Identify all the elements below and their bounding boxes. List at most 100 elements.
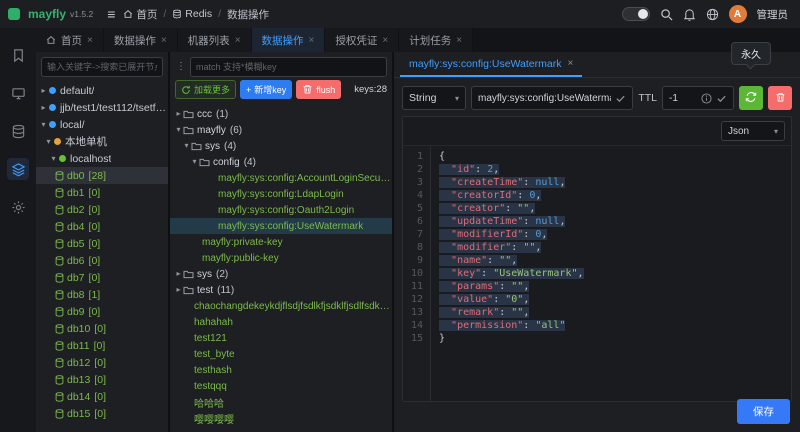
search-icon[interactable] <box>660 8 673 21</box>
key-row[interactable]: chaochangdekeykdjflsdjfsdlkfjsdklfjsdlfs… <box>170 298 392 314</box>
key-row[interactable]: test_byte <box>170 346 392 362</box>
node-search-input[interactable] <box>41 57 163 77</box>
db-tree-node[interactable]: db12 [0] <box>36 354 168 371</box>
close-icon[interactable]: × <box>567 58 573 69</box>
tab-0[interactable]: 首页 × <box>36 28 104 52</box>
close-icon[interactable]: × <box>161 35 167 46</box>
detail-tab[interactable]: mayfly:sys:config:UseWatermark × <box>400 52 583 77</box>
db-tree-node[interactable]: db9 [0] <box>36 303 168 320</box>
breadcrumb-item[interactable]: Redis <box>172 8 212 20</box>
bookmark-icon[interactable] <box>7 44 29 66</box>
ttl-input[interactable] <box>669 92 697 104</box>
theme-toggle[interactable] <box>621 7 650 21</box>
key-row[interactable]: 嘤嘤嘤嘤 <box>170 410 392 426</box>
breadcrumb-item[interactable]: 首页 <box>123 7 157 22</box>
server-tree-node[interactable]: ▾ 本地单机 <box>36 133 168 150</box>
caret-down-icon[interactable]: ▾ <box>182 142 191 150</box>
breadcrumb-separator: / <box>218 8 222 20</box>
key-row[interactable]: hahahah <box>170 314 392 330</box>
key-row[interactable]: mayfly:sys:config:Oauth2Login <box>170 202 392 218</box>
key-folder-row[interactable]: ▸ ccc (1) <box>170 106 392 122</box>
tab-4[interactable]: 授权凭证 × <box>325 28 400 52</box>
flush-button[interactable]: flush <box>296 80 342 99</box>
username[interactable]: 管理员 <box>757 7 789 22</box>
key-folder-row[interactable]: ▾ mayfly (6) <box>170 122 392 138</box>
caret-down-icon[interactable]: ▾ <box>39 120 48 129</box>
caret-down-icon[interactable]: ▾ <box>174 126 183 134</box>
delete-key-button[interactable] <box>768 86 792 110</box>
breadcrumb-item[interactable]: 数据操作 <box>227 7 269 22</box>
key-row[interactable]: mayfly:sys:config:AccountLoginSecurity <box>170 170 392 186</box>
database-icon <box>55 289 64 300</box>
db-tree-node[interactable]: db14 [0] <box>36 388 168 405</box>
db-tree-node[interactable]: db6 [0] <box>36 252 168 269</box>
notification-icon[interactable] <box>683 8 696 21</box>
monitor-icon[interactable] <box>7 82 29 104</box>
key-folder-row[interactable]: ▸ sys (2) <box>170 266 392 282</box>
key-row[interactable]: testhash <box>170 362 392 378</box>
db-tree-node[interactable]: db8 [1] <box>36 286 168 303</box>
tab-1[interactable]: 数据操作 × <box>103 28 178 52</box>
key-folder-row[interactable]: ▾ sys (4) <box>170 138 392 154</box>
close-icon[interactable]: × <box>382 35 388 46</box>
server-tree-node[interactable]: ▸ default/ <box>36 82 168 99</box>
load-more-button[interactable]: 加载更多 <box>175 80 237 99</box>
caret-right-icon[interactable]: ▸ <box>39 103 48 112</box>
close-icon[interactable]: × <box>235 35 241 46</box>
check-icon[interactable] <box>615 93 626 104</box>
caret-right-icon[interactable]: ▸ <box>174 110 183 118</box>
db-tree-node[interactable]: db15 [0] <box>36 405 168 422</box>
tab-2[interactable]: 机器列表 × <box>177 28 252 52</box>
refresh-value-button[interactable] <box>739 86 763 110</box>
close-icon[interactable]: × <box>87 35 93 46</box>
database-icon[interactable] <box>7 120 29 142</box>
key-search-input[interactable] <box>190 57 387 77</box>
db-tree-node[interactable]: db10 [0] <box>36 320 168 337</box>
close-icon[interactable]: × <box>309 35 315 46</box>
key-folder-row[interactable]: ▾ config (4) <box>170 154 392 170</box>
menu-collapse-icon[interactable]: ≡ <box>107 7 115 21</box>
tab-3[interactable]: 数据操作 × <box>251 28 326 52</box>
key-row[interactable]: mayfly:public-key <box>170 250 392 266</box>
key-folder-row[interactable]: ▸ test (11) <box>170 282 392 298</box>
layers-icon[interactable] <box>7 158 29 180</box>
key-row[interactable]: test121 <box>170 330 392 346</box>
key-row[interactable]: 哈哈哈 <box>170 394 392 410</box>
caret-down-icon[interactable]: ▾ <box>44 137 53 146</box>
key-row[interactable]: mayfly:sys:config:UseWatermark <box>170 218 392 234</box>
tab-5[interactable]: 计划任务 × <box>399 28 474 52</box>
caret-right-icon[interactable]: ▸ <box>39 86 48 95</box>
db-tree-node[interactable]: db4 [0] <box>36 218 168 235</box>
code-content[interactable]: { "id": 2, "createTime": null, "creatorI… <box>431 146 791 401</box>
db-tree-node[interactable]: db0 [28] <box>36 167 168 184</box>
key-row[interactable]: testqqq <box>170 378 392 394</box>
key-name-input[interactable] <box>478 92 612 104</box>
more-vertical-icon[interactable]: ⋮ <box>175 62 187 72</box>
code-editor[interactable]: 1 2 3 4 5 6 7 8 9 10 11 12 13 14 15 { "id": 2, "create… <box>403 145 791 401</box>
key-row[interactable]: mayfly:private-key <box>170 234 392 250</box>
check-icon[interactable] <box>716 93 727 104</box>
db-tree-node[interactable]: db5 [0] <box>36 235 168 252</box>
db-tree-node[interactable]: db2 [0] <box>36 201 168 218</box>
avatar[interactable]: A <box>728 5 747 23</box>
db-tree-node[interactable]: db7 [0] <box>36 269 168 286</box>
server-tree-node[interactable]: ▾ localhost <box>36 150 168 167</box>
close-icon[interactable]: × <box>456 35 462 46</box>
db-tree-node[interactable]: db13 [0] <box>36 371 168 388</box>
language-icon[interactable] <box>706 8 719 21</box>
type-select[interactable]: String ▾ <box>402 86 466 110</box>
server-tree-node[interactable]: ▸jjb/test1/test112/tsetfasfasdfa <box>36 99 168 116</box>
server-tree-node[interactable]: ▾ local/ <box>36 116 168 133</box>
new-key-button[interactable]: + 新增key <box>240 80 293 99</box>
db-tree-node[interactable]: db1 [0] <box>36 184 168 201</box>
caret-down-icon[interactable]: ▾ <box>49 154 58 163</box>
settings-icon[interactable] <box>7 196 29 218</box>
caret-right-icon[interactable]: ▸ <box>174 270 183 278</box>
save-button[interactable]: 保存 <box>737 399 790 424</box>
caret-right-icon[interactable]: ▸ <box>174 286 183 294</box>
format-select[interactable]: Json ▾ <box>721 121 785 141</box>
db-tree-node[interactable]: db11 [0] <box>36 337 168 354</box>
key-row[interactable]: mayfly:sys:config:LdapLogin <box>170 186 392 202</box>
info-icon[interactable] <box>701 92 712 104</box>
caret-down-icon[interactable]: ▾ <box>190 158 199 166</box>
